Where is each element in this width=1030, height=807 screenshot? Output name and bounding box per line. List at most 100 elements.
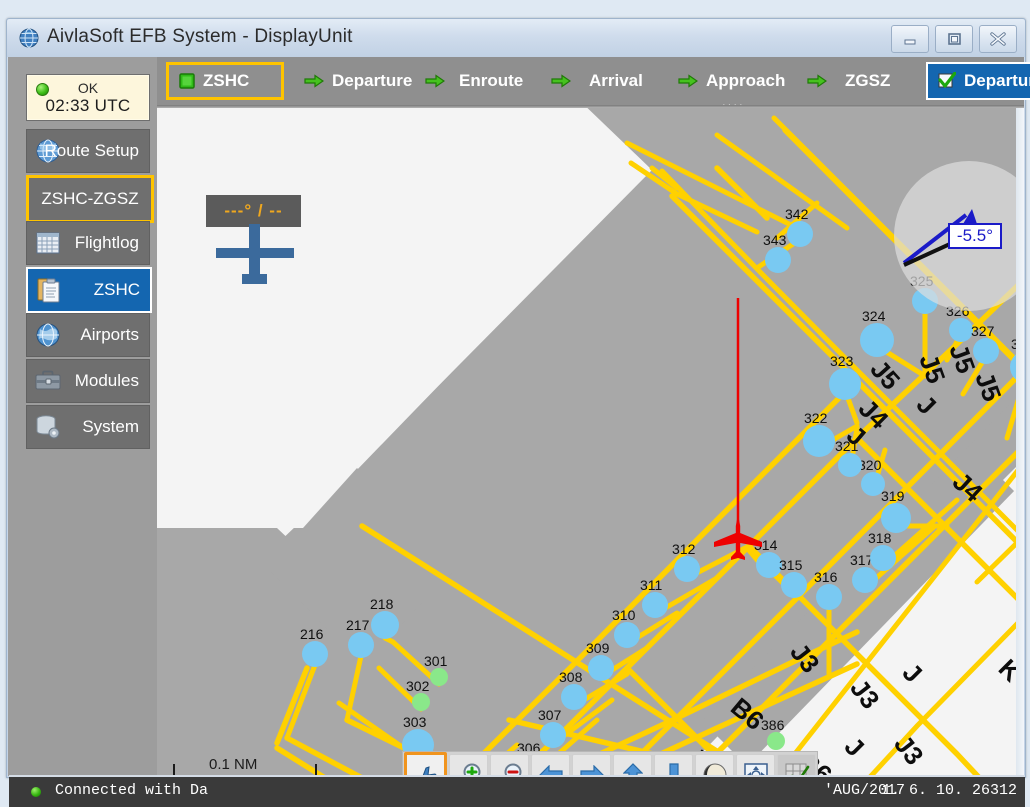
tab-departure-2[interactable]: Departure [926,62,1030,100]
scale-nm-label: 0.1 NM [209,756,257,773]
stand-marker[interactable] [588,655,614,681]
stand-label: 307 [538,707,562,723]
database-icon [34,413,62,441]
stand-marker[interactable] [881,503,911,533]
status-version: 1. 6. 10. 26312 [882,782,1017,799]
sidebar-item-route-zshc-zgsz[interactable]: ZSHC-ZGSZ [26,175,154,223]
stand-marker[interactable] [829,368,861,400]
sidebar: OK 02:33 UTC Route Setup [17,57,157,757]
globe-icon [19,28,39,48]
tab-arrival[interactable]: Arrival [541,62,653,100]
stand-marker[interactable] [781,572,807,598]
stand-marker[interactable] [803,425,835,457]
connection-status-text: Connected with Da [55,782,208,799]
sidebar-item-label: Modules [75,371,139,391]
green-arrow-icon [304,74,324,88]
sidebar-item-label: ZSHC [94,280,140,300]
stand-label: 312 [672,541,696,557]
stand-marker[interactable] [614,622,640,648]
stand-label: 318 [868,530,892,546]
sidebar-item-system[interactable]: System [26,405,150,449]
window-controls [891,25,1017,53]
green-arrow-icon [425,74,445,88]
map-vertical-scrollbar[interactable] [1016,108,1024,802]
tab-zshc[interactable]: ZSHC [166,62,284,100]
stand-marker[interactable] [412,693,430,711]
tab-label: Departure [332,71,412,91]
tab-label: ZSHC [203,71,249,91]
utc-clock: 02:33 UTC [27,96,149,116]
stand-label: 308 [559,669,583,685]
stand-marker[interactable] [430,668,448,686]
stand-marker[interactable] [302,641,328,667]
stand-label: 324 [862,308,886,324]
tab-label: Enroute [459,71,523,91]
stand-marker[interactable] [561,684,587,710]
stand-label: 386 [761,717,785,733]
green-square-icon [179,73,195,89]
minimize-button[interactable] [891,25,929,53]
status-bar: Connected with Da 'AUG/2017 1. 6. 10. 26… [9,775,1025,807]
sidebar-item-route-setup[interactable]: Route Setup [26,129,150,173]
tab-strip: ZSHC Departure Enroute [157,57,1024,107]
stand-label: 316 [814,569,838,585]
stand-label: 302 [406,678,430,694]
stand-label: 317 [850,552,874,568]
stand-marker[interactable] [973,338,999,364]
stand-label: 217 [346,617,370,633]
wind-readout: ---° / -- [206,195,301,227]
connection-led-icon [31,787,41,797]
sidebar-item-airports[interactable]: Airports [26,313,150,357]
stand-marker[interactable] [816,584,842,610]
sidebar-item-zshc[interactable]: ZSHC [26,267,152,313]
tab-label: Approach [706,71,785,91]
wind-indicator: ---° / -- [171,162,336,327]
stand-marker[interactable] [852,567,878,593]
stand-marker[interactable] [765,247,791,273]
grid-icon [34,229,62,257]
briefcase-icon [34,367,62,395]
stand-label: 216 [300,626,324,642]
stand-marker[interactable] [870,545,896,571]
tab-departure-1[interactable]: Departure [294,62,422,100]
sidebar-item-label: Flightlog [75,233,139,253]
stand-marker[interactable] [767,732,785,750]
wind-cross-icon [216,224,294,291]
stand-label: 315 [779,557,803,573]
stand-marker[interactable] [860,323,894,357]
magnetic-variation-readout: -5.5° [948,223,1002,249]
stand-label: 321 [835,438,859,454]
stand-label: 218 [370,596,394,612]
stand-marker[interactable] [861,472,885,496]
airport-ground-chart[interactable]: J5 J5 J5 J5 J5 J5 J5 J5 J5 J6 J4 J4 [157,108,1024,802]
stand-label: 343 [763,232,787,248]
stand-marker[interactable] [348,632,374,658]
stand-marker[interactable] [371,611,399,639]
stand-label: 323 [830,353,854,369]
stand-marker[interactable] [949,318,973,342]
stand-marker[interactable] [674,556,700,582]
stand-marker[interactable] [787,221,813,247]
maximize-button[interactable] [935,25,973,53]
stand-label: 303 [403,714,427,730]
tab-enroute[interactable]: Enroute [415,62,533,100]
green-arrow-icon [807,74,827,88]
stand-label: 301 [424,653,448,669]
stand-label: 342 [785,206,809,222]
tab-zgsz[interactable]: ZGSZ [797,62,900,100]
stand-marker[interactable] [642,592,668,618]
sidebar-item-flightlog[interactable]: Flightlog [26,221,150,265]
clipboard-icon [35,276,63,304]
stand-marker[interactable] [838,453,862,477]
stand-marker[interactable] [540,722,566,748]
tab-approach[interactable]: Approach [668,62,795,100]
tab-label: Departure [964,71,1030,91]
check-icon [938,72,956,90]
title-bar: AivlaSoft EFB System - DisplayUnit [7,19,1025,57]
status-panel: OK 02:33 UTC [26,74,150,121]
close-button[interactable] [979,25,1017,53]
sidebar-item-label: ZSHC-ZGSZ [29,189,151,209]
green-arrow-icon [678,74,698,88]
sidebar-item-label: Airports [80,325,139,345]
sidebar-item-modules[interactable]: Modules [26,359,150,403]
